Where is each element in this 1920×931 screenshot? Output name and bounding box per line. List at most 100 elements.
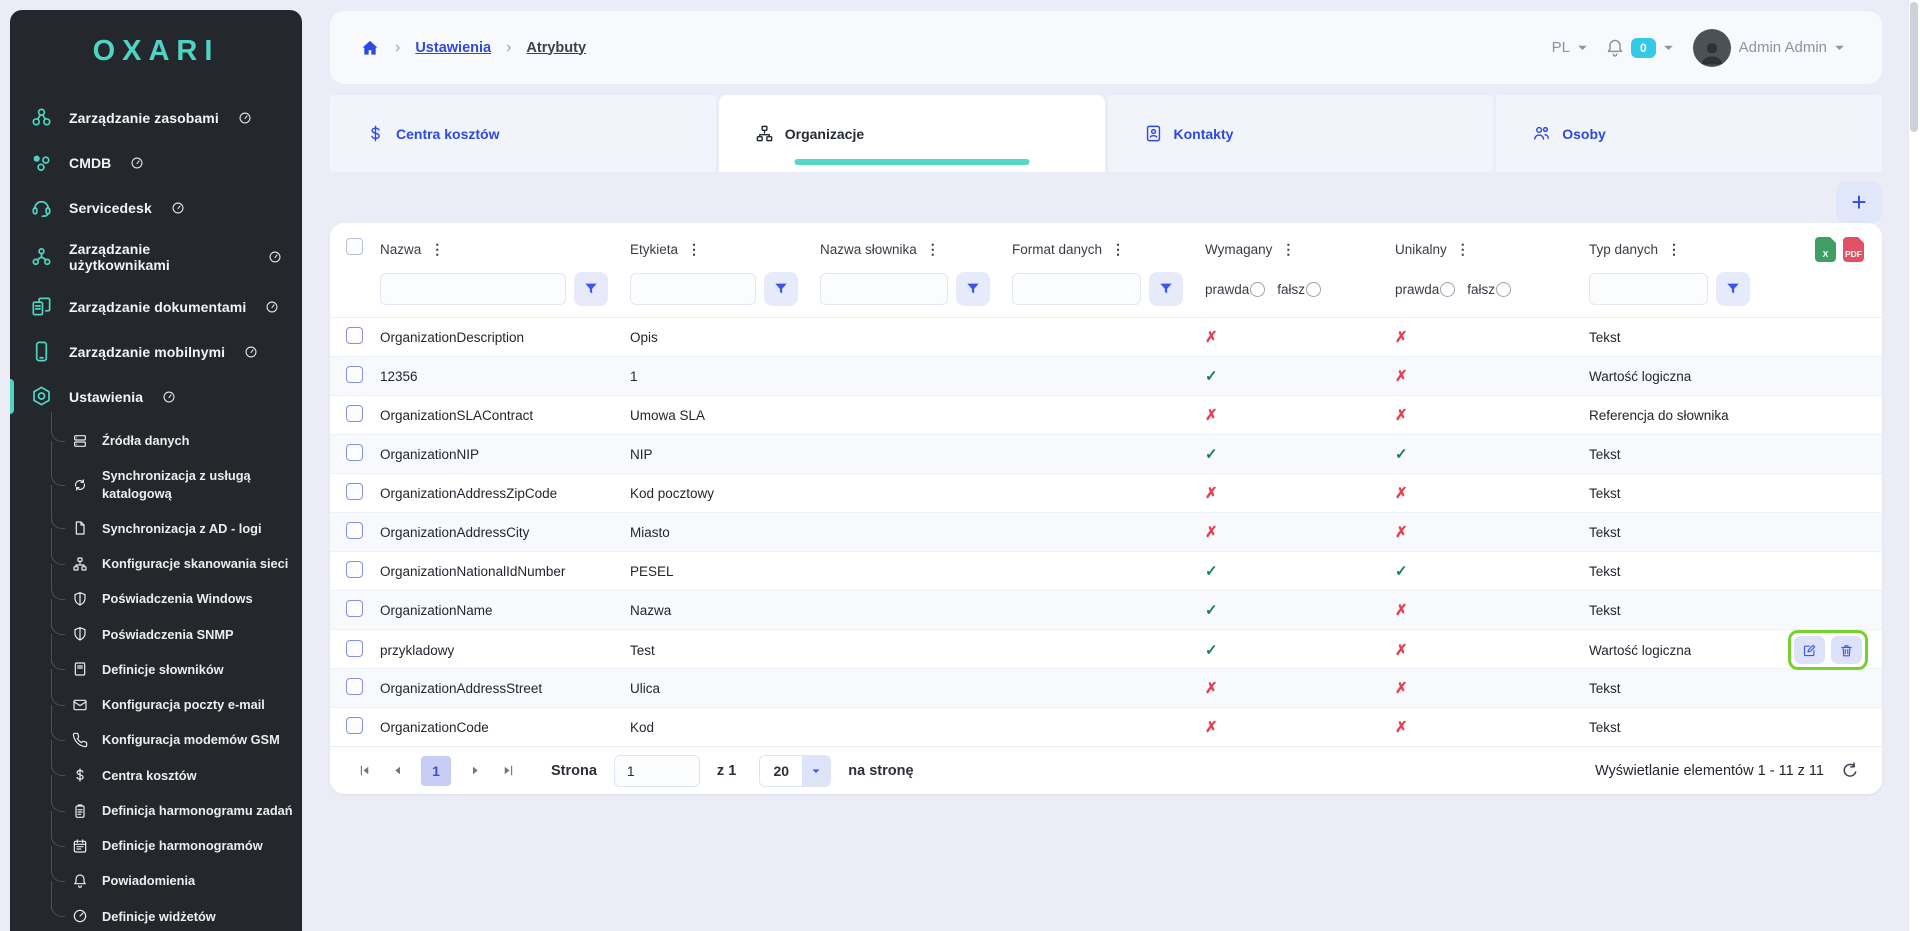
table-row[interactable]: OrganizationDescriptionOpis✗✗Tekst [330, 317, 1882, 356]
mobile-icon [30, 340, 53, 363]
sidebar-subitem-powiadomienia[interactable]: Powiadomienia [46, 863, 302, 898]
sidebar-subitem-konfiguracja-poczty-e-mail[interactable]: Konfiguracja poczty e-mail [46, 687, 302, 722]
radio-true[interactable] [1250, 282, 1265, 297]
sidebar-item-zarządzanie-mobilnymi[interactable]: Zarządzanie mobilnymi [10, 329, 302, 374]
tab-label: Organizacje [785, 126, 864, 142]
sidebar-subitem-centra-kosztów[interactable]: Centra kosztów [46, 758, 302, 793]
first-page-icon[interactable] [352, 759, 376, 783]
sidebar-subitem-definicje-słowników[interactable]: Definicje słowników [46, 652, 302, 687]
row-checkbox[interactable] [346, 405, 363, 422]
sidebar-subitem-poświadczenia-windows[interactable]: Poświadczenia Windows [46, 581, 302, 616]
cross-icon: ✗ [1205, 329, 1218, 346]
tab-osoby[interactable]: Osoby [1496, 95, 1882, 172]
filter-funnel-button[interactable] [1716, 272, 1750, 306]
row-checkbox[interactable] [346, 483, 363, 500]
filter-input-nazwa-słownika[interactable] [820, 273, 948, 305]
row-checkbox[interactable] [346, 600, 363, 617]
radio-false[interactable] [1496, 282, 1511, 297]
table-row[interactable]: OrganizationNIPNIP✓✓Tekst [330, 434, 1882, 473]
sidebar-subitem-synchronizacja-z-usługą-katalogową[interactable]: Synchronizacja z usługą katalogową [46, 458, 302, 511]
table-row[interactable]: OrganizationAddressStreetUlica✗✗Tekst [330, 668, 1882, 707]
column-menu-icon[interactable]: ⋮ [926, 242, 940, 256]
previous-page-icon[interactable] [385, 759, 409, 783]
edit-row-button[interactable] [1794, 636, 1825, 664]
row-checkbox[interactable] [346, 366, 363, 383]
filter-funnel-button[interactable] [764, 272, 798, 306]
table-row[interactable]: 123561✓✗Wartość logiczna [330, 356, 1882, 395]
select-all-checkbox[interactable] [346, 238, 363, 255]
table-row[interactable]: OrganizationAddressCityMiasto✗✗Tekst [330, 512, 1882, 551]
row-checkbox[interactable] [346, 522, 363, 539]
tab-organizacje[interactable]: Organizacje [719, 95, 1105, 172]
row-checkbox[interactable] [346, 678, 363, 695]
filter-input-nazwa[interactable] [380, 273, 566, 305]
notification-count-badge[interactable]: 0 [1631, 38, 1656, 58]
export-excel-icon[interactable]: X [1815, 237, 1836, 262]
notifications-bell-icon[interactable] [1605, 38, 1625, 58]
column-menu-icon[interactable]: ⋮ [1281, 242, 1295, 256]
filter-funnel-button[interactable] [574, 272, 608, 306]
network-icon [72, 556, 88, 572]
user-name[interactable]: Admin Admin [1739, 39, 1827, 56]
breadcrumb-link-atrybuty[interactable]: Atrybuty [526, 40, 586, 56]
avatar[interactable] [1693, 29, 1731, 67]
sidebar-subitem-poświadczenia-snmp[interactable]: Poświadczenia SNMP [46, 617, 302, 652]
table-row[interactable]: przykladowyTest✓✗Wartość logiczna [330, 629, 1882, 668]
page-size-select[interactable]: 20 [759, 755, 831, 787]
column-menu-icon[interactable]: ⋮ [1667, 242, 1681, 256]
tab-centra-kosztów[interactable]: Centra kosztów [330, 95, 716, 172]
sidebar-subitem-synchronizacja-z-ad-logi[interactable]: Synchronizacja z AD - logi [46, 511, 302, 546]
filter-funnel-button[interactable] [1149, 272, 1183, 306]
row-checkbox[interactable] [346, 640, 363, 657]
row-checkbox[interactable] [346, 561, 363, 578]
column-menu-icon[interactable]: ⋮ [1111, 242, 1125, 256]
filter-input-typ-danych[interactable] [1589, 273, 1708, 305]
chevron-down-icon[interactable] [1574, 39, 1591, 56]
current-page-button[interactable]: 1 [421, 756, 451, 786]
sidebar-item-zarządzanie-użytkownikami[interactable]: Zarządzanie użytkownikami [10, 230, 302, 284]
filter-input-etykieta[interactable] [630, 273, 756, 305]
sidebar-subitem-konfiguracje-skanowania-sieci[interactable]: Konfiguracje skanowania sieci [46, 546, 302, 581]
column-menu-icon[interactable]: ⋮ [430, 242, 444, 256]
radio-false[interactable] [1306, 282, 1321, 297]
sidebar-item-zarządzanie-dokumentami[interactable]: Zarządzanie dokumentami [10, 284, 302, 329]
sidebar-subitem-konfiguracja-modemów-gsm[interactable]: Konfiguracja modemów GSM [46, 722, 302, 757]
row-checkbox[interactable] [346, 444, 363, 461]
refresh-icon[interactable] [1840, 761, 1860, 781]
sidebar-subitem-definicje-harmonogramów[interactable]: Definicje harmonogramów [46, 828, 302, 863]
filter-input-format-danych[interactable] [1012, 273, 1141, 305]
next-page-icon[interactable] [463, 759, 487, 783]
page-scrollbar[interactable] [1908, 0, 1920, 931]
scrollbar-thumb[interactable] [1910, 2, 1918, 132]
add-attribute-button[interactable]: + [1836, 181, 1882, 223]
sidebar-item-servicedesk[interactable]: Servicedesk [10, 185, 302, 230]
export-pdf-icon[interactable]: PDF [1843, 237, 1864, 262]
row-checkbox[interactable] [346, 327, 363, 344]
delete-row-button[interactable] [1831, 636, 1862, 664]
shield-icon [72, 591, 88, 607]
table-row[interactable]: OrganizationNameNazwa✓✗Tekst [330, 590, 1882, 629]
table-row[interactable]: OrganizationCodeKod✗✗Tekst [330, 707, 1882, 746]
table-row[interactable]: OrganizationSLAContractUmowa SLA✗✗Refere… [330, 395, 1882, 434]
page-number-input[interactable] [614, 755, 700, 787]
sidebar-subitem-definicja-harmonogramu-zadań[interactable]: Definicja harmonogramu zadań [46, 793, 302, 828]
table-row[interactable]: OrganizationNationalIdNumberPESEL✓✓Tekst [330, 551, 1882, 590]
filter-funnel-button[interactable] [956, 272, 990, 306]
column-menu-icon[interactable]: ⋮ [1456, 242, 1470, 256]
table-row[interactable]: OrganizationAddressZipCodeKod pocztowy✗✗… [330, 473, 1882, 512]
sidebar-item-zarządzanie-zasobami[interactable]: Zarządzanie zasobami [10, 95, 302, 140]
chevron-down-icon[interactable] [1831, 39, 1848, 56]
sidebar-subitem-definicje-widżetów[interactable]: Definicje widżetów [46, 899, 302, 931]
chevron-down-icon[interactable] [1660, 39, 1677, 56]
breadcrumb-link-ustawienia[interactable]: Ustawienia [415, 40, 491, 56]
last-page-icon[interactable] [496, 759, 520, 783]
row-checkbox[interactable] [346, 717, 363, 734]
home-icon[interactable] [360, 38, 380, 58]
cell-typ-danych: Tekst [1589, 447, 1772, 462]
radio-true[interactable] [1440, 282, 1455, 297]
sidebar-item-cmdb[interactable]: CMDB [10, 140, 302, 185]
column-menu-icon[interactable]: ⋮ [687, 242, 701, 256]
language-selector[interactable]: PL [1552, 39, 1570, 56]
tab-kontakty[interactable]: Kontakty [1108, 95, 1494, 172]
sidebar-subitem-źródła-danych[interactable]: Źródła danych [46, 423, 302, 458]
